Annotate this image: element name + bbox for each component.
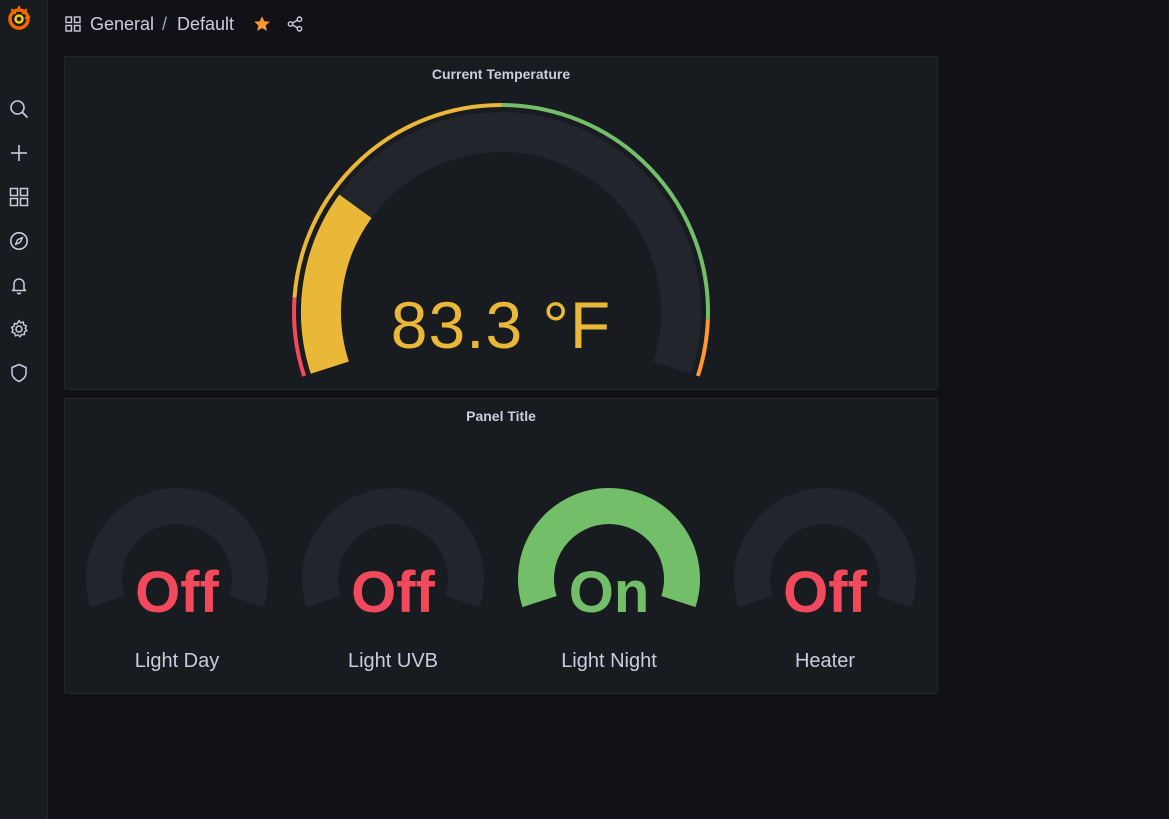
breadcrumb-dashboard[interactable]: Default [177, 14, 234, 35]
stat-light-night: On Light Night [501, 399, 717, 693]
stat-light-uvb: Off Light UVB [285, 399, 501, 693]
stat-value: On [568, 560, 650, 625]
grafana-logo-icon[interactable] [6, 5, 32, 31]
stat-value: Off [783, 560, 867, 625]
stat-label: Light Day [134, 650, 220, 672]
stat-light-day: Off Light Day [69, 399, 285, 693]
sidebar [0, 0, 48, 819]
dashboards-icon[interactable] [8, 186, 30, 208]
explore-icon[interactable] [8, 230, 30, 252]
shield-icon[interactable] [8, 362, 30, 384]
temperature-panel: Current Temperature 83.3 °F [64, 56, 938, 390]
dashboards-icon [65, 16, 81, 32]
status-panel: Panel Title Off Light Day Off Light UVB … [64, 398, 938, 694]
plus-icon[interactable] [8, 142, 30, 164]
breadcrumb-folder[interactable]: General [90, 14, 154, 35]
gear-icon[interactable] [8, 318, 30, 340]
top-navbar: General / Default [47, 0, 1169, 48]
search-icon[interactable] [8, 98, 30, 120]
stat-label: Heater [794, 650, 856, 672]
stat-value: Off [351, 560, 435, 625]
share-icon[interactable] [287, 16, 303, 32]
stat-value: Off [135, 560, 219, 625]
star-icon[interactable] [253, 15, 271, 33]
breadcrumb-separator: / [162, 14, 168, 34]
stat-heater: Off Heater [717, 399, 933, 693]
stat-label: Light UVB [347, 650, 439, 672]
temperature-value: 83.3 °F [390, 288, 612, 362]
panel-title[interactable]: Current Temperature [65, 66, 937, 82]
bell-icon[interactable] [8, 274, 30, 296]
stat-label: Light Night [561, 650, 657, 672]
